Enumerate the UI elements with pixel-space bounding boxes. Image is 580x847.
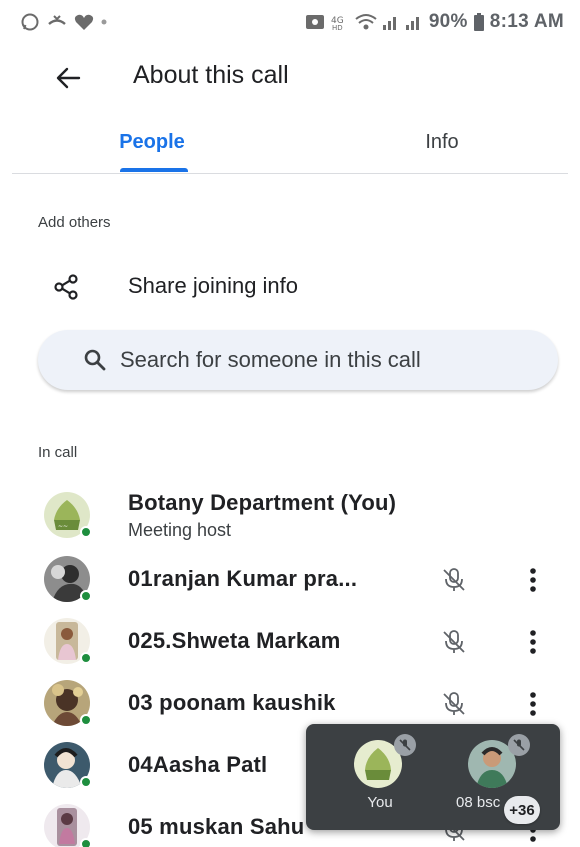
avatar: ~~ bbox=[44, 492, 92, 538]
in-call-heading: In call bbox=[38, 444, 78, 461]
more-options-button[interactable] bbox=[518, 686, 548, 722]
search-input[interactable]: Search for someone in this call bbox=[38, 330, 558, 390]
participant-name: 04Aasha Patl bbox=[128, 752, 268, 777]
online-status-dot bbox=[80, 652, 92, 664]
participant-row[interactable]: 01ranjan Kumar pra... bbox=[0, 550, 580, 610]
back-button[interactable] bbox=[48, 58, 88, 98]
dot-icon bbox=[101, 19, 107, 25]
online-status-dot bbox=[80, 714, 92, 726]
cast-icon bbox=[305, 15, 324, 29]
online-status-dot bbox=[80, 776, 92, 788]
arrow-back-icon bbox=[56, 67, 81, 89]
online-status-dot bbox=[80, 590, 92, 602]
svg-text:HD: HD bbox=[332, 24, 343, 31]
mic-off-icon bbox=[394, 734, 416, 756]
avatar bbox=[44, 618, 92, 664]
share-icon bbox=[54, 274, 78, 300]
heart-icon bbox=[74, 14, 94, 30]
mic-off-icon bbox=[443, 630, 465, 653]
search-placeholder: Search for someone in this call bbox=[120, 347, 421, 372]
status-bar: 4G HD 90% 8:13 AM bbox=[0, 0, 580, 50]
battery-percent: 90% bbox=[428, 11, 468, 32]
avatar bbox=[44, 556, 92, 602]
avatar bbox=[44, 804, 92, 847]
more-vert-icon bbox=[530, 568, 536, 592]
mic-off-icon bbox=[443, 568, 465, 591]
participant-name: 05 muskan Sahu bbox=[128, 814, 305, 839]
online-status-dot bbox=[80, 838, 92, 847]
tile-label: You bbox=[367, 794, 393, 811]
whatsapp-icon bbox=[21, 13, 39, 31]
missed-call-icon bbox=[48, 15, 66, 25]
participant-row[interactable]: 025.Shweta Markam bbox=[0, 612, 580, 672]
participant-role: Meeting host bbox=[128, 520, 232, 540]
battery-icon bbox=[473, 13, 484, 31]
tab-info[interactable]: Info bbox=[352, 112, 532, 172]
search-icon bbox=[84, 349, 106, 371]
participant-name: Botany Department (You) bbox=[128, 490, 397, 515]
svg-text:~~: ~~ bbox=[58, 523, 68, 530]
share-joining-info-label: Share joining info bbox=[128, 273, 299, 298]
more-vert-icon bbox=[530, 692, 536, 716]
more-options-button[interactable] bbox=[518, 624, 548, 660]
participant-row[interactable]: ~~ Botany Department (You) Meeting host bbox=[0, 484, 580, 546]
tab-selected-indicator bbox=[120, 168, 188, 172]
status-bar-system: 4G HD 90% 8:13 AM bbox=[305, 10, 564, 34]
mic-off-icon bbox=[443, 692, 465, 715]
mini-call-panel[interactable]: You 08 bsc +36 bbox=[306, 724, 560, 830]
more-vert-icon bbox=[530, 630, 536, 654]
app-bar: About this call bbox=[0, 50, 580, 102]
mic-off-icon bbox=[508, 734, 530, 756]
page-title: About this call bbox=[133, 61, 289, 89]
self-video-tile[interactable]: You bbox=[332, 724, 432, 830]
online-status-dot bbox=[80, 526, 92, 538]
hd-icon: 4GHD bbox=[331, 16, 344, 31]
participant-name: 025.Shweta Markam bbox=[128, 628, 341, 653]
avatar bbox=[44, 742, 92, 788]
participant-name: 03 poonam kaushik bbox=[128, 690, 336, 715]
signal-icon bbox=[405, 17, 419, 30]
tab-people[interactable]: People bbox=[72, 112, 232, 172]
signal-icon bbox=[382, 17, 396, 30]
avatar bbox=[44, 680, 92, 726]
clock: 8:13 AM bbox=[489, 11, 564, 32]
status-bar-notifications bbox=[20, 10, 108, 34]
wifi-icon bbox=[355, 14, 377, 30]
share-joining-info-button[interactable]: Share joining info bbox=[0, 258, 580, 316]
participant-name: 01ranjan Kumar pra... bbox=[128, 566, 358, 591]
tab-bar: People Info bbox=[12, 112, 568, 174]
more-participants-badge: +36 bbox=[504, 796, 540, 824]
add-others-heading: Add others bbox=[38, 214, 111, 231]
more-options-button[interactable] bbox=[518, 562, 548, 598]
